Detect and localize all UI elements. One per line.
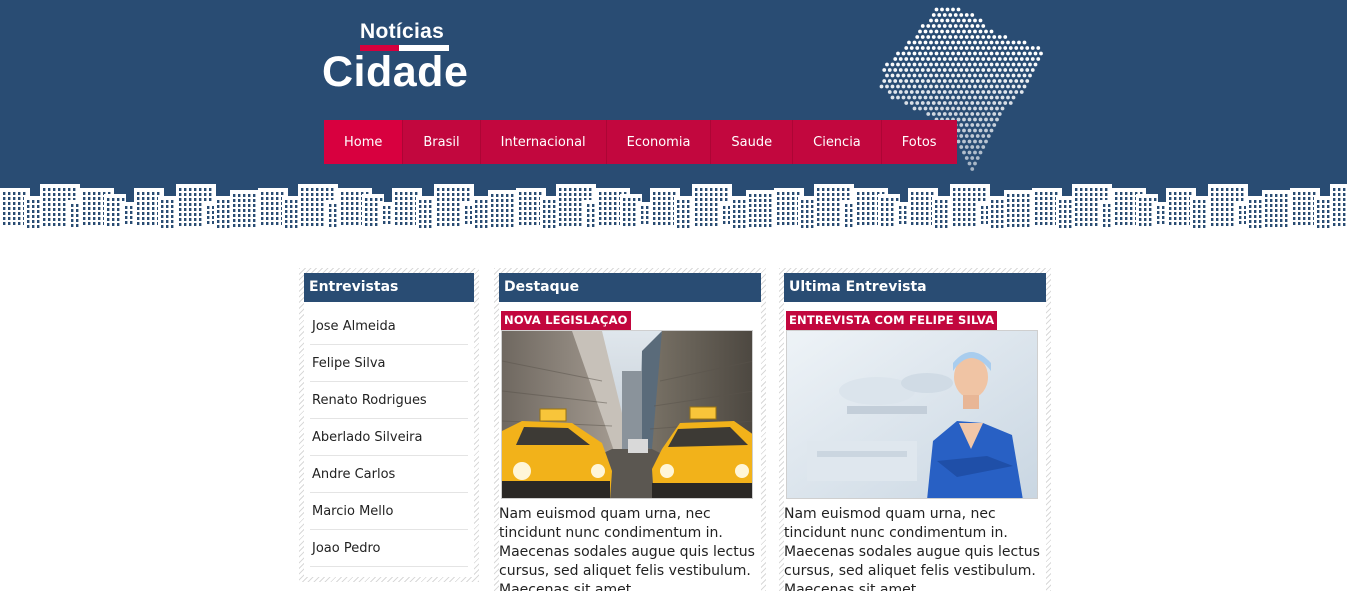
site-header: Notícias Cidade Home Brasil Internaciona… bbox=[0, 0, 1347, 232]
logo-main-text: Cidade bbox=[322, 48, 469, 96]
interviews-title: Entrevistas bbox=[304, 273, 474, 302]
list-item[interactable]: Aberlado Silveira bbox=[310, 419, 468, 456]
list-item[interactable]: Marcio Mello bbox=[310, 493, 468, 530]
list-item[interactable]: Felipe Silva bbox=[310, 345, 468, 382]
list-item[interactable]: Joao Pedro bbox=[310, 530, 468, 567]
featured-panel: Destaque NOVA LEGISLAÇAO Nam euismod qua… bbox=[494, 268, 766, 591]
nav-item-brasil[interactable]: Brasil bbox=[403, 120, 481, 164]
city-skyline-graphic bbox=[0, 184, 1347, 232]
interviews-panel: Entrevistas Jose Almeida Felipe Silva Re… bbox=[299, 268, 479, 582]
site-logo[interactable]: Notícias Cidade bbox=[322, 18, 492, 98]
nav-item-saude[interactable]: Saude bbox=[711, 120, 794, 164]
main-nav: Home Brasil Internacional Economia Saude… bbox=[324, 120, 957, 164]
latest-interview-panel: Ultima Entrevista ENTREVISTA COM FELIPE … bbox=[779, 268, 1051, 591]
nav-item-economia[interactable]: Economia bbox=[607, 120, 712, 164]
latest-interview-tag[interactable]: ENTREVISTA COM FELIPE SILVA bbox=[786, 311, 998, 330]
featured-text: Nam euismod quam urna, nec tincidunt nun… bbox=[499, 506, 755, 591]
logo-top-text: Notícias bbox=[360, 20, 445, 43]
list-item[interactable]: Jose Almeida bbox=[310, 308, 468, 345]
interviews-list: Jose Almeida Felipe Silva Renato Rodrigu… bbox=[304, 302, 474, 567]
latest-interview-text: Nam euismod quam urna, nec tincidunt nun… bbox=[784, 506, 1040, 591]
latest-interview-title: Ultima Entrevista bbox=[784, 273, 1046, 302]
featured-photo-taxis[interactable] bbox=[501, 330, 753, 499]
nav-item-ciencia[interactable]: Ciencia bbox=[793, 120, 882, 164]
list-item[interactable]: Andre Carlos bbox=[310, 456, 468, 493]
latest-interview-photo-surgeon[interactable] bbox=[786, 330, 1038, 499]
list-item[interactable]: Renato Rodrigues bbox=[310, 382, 468, 419]
featured-title: Destaque bbox=[499, 273, 761, 302]
nav-item-internacional[interactable]: Internacional bbox=[481, 120, 607, 164]
nav-item-fotos[interactable]: Fotos bbox=[882, 120, 957, 164]
nav-item-home[interactable]: Home bbox=[324, 120, 404, 164]
featured-tag[interactable]: NOVA LEGISLAÇAO bbox=[501, 311, 631, 330]
